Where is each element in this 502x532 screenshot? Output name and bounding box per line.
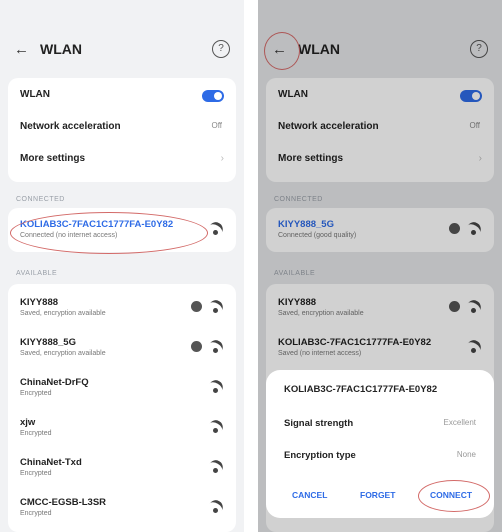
share-icon bbox=[191, 301, 202, 312]
available-card: KIYY888 Saved, encryption available KIYY… bbox=[8, 284, 236, 532]
help-icon[interactable]: ? bbox=[212, 40, 230, 58]
forget-button[interactable]: FORGET bbox=[360, 490, 395, 500]
available-network[interactable]: CMCC-EGSB-L3SR Encrypted bbox=[8, 492, 236, 524]
wlan-toggle-row[interactable]: WLAN bbox=[8, 80, 236, 112]
network-name: xjw bbox=[20, 417, 36, 428]
encryption-type-value: None bbox=[456, 450, 476, 459]
available-header: AVAILABLE bbox=[16, 270, 58, 277]
wifi-signal-icon bbox=[204, 377, 226, 400]
signal-strength-row: Signal strength Excellent bbox=[284, 418, 476, 438]
wifi-signal-icon bbox=[204, 497, 226, 520]
network-name: KIYY888 bbox=[20, 297, 59, 308]
network-status: Encrypted bbox=[20, 510, 52, 517]
network-name: ChinaNet-DrFQ bbox=[20, 377, 89, 388]
network-name: KIYY888_5G bbox=[20, 337, 76, 348]
signal-strength-value: Excellent bbox=[443, 418, 476, 427]
back-arrow-icon[interactable]: ← bbox=[14, 42, 30, 58]
header: ← WLAN ? bbox=[0, 36, 244, 64]
highlight-oval bbox=[418, 480, 490, 512]
network-acceleration-value: Off bbox=[211, 121, 222, 130]
status-bar bbox=[0, 0, 244, 28]
available-network[interactable]: ChinaNet-Txd Encrypted bbox=[8, 452, 236, 484]
network-acceleration-row[interactable]: Network acceleration Off bbox=[8, 112, 236, 144]
wifi-signal-icon bbox=[204, 457, 226, 480]
available-network[interactable]: ChinaNet-DrFQ Encrypted bbox=[8, 372, 236, 404]
network-dialog: KOLIAB3C-7FAC1C1777FA-E0Y82 Signal stren… bbox=[266, 370, 494, 518]
wifi-signal-icon bbox=[204, 417, 226, 440]
highlight-oval bbox=[10, 212, 208, 254]
encryption-type-row: Encryption type None bbox=[284, 450, 476, 470]
wlan-label: WLAN bbox=[20, 89, 50, 100]
right-screen: ← WLAN ? WLAN Network acceleration Off M… bbox=[258, 0, 502, 532]
encryption-type-label: Encryption type bbox=[284, 450, 356, 461]
dialog-title: KOLIAB3C-7FAC1C1777FA-E0Y82 bbox=[284, 384, 438, 395]
signal-strength-label: Signal strength bbox=[284, 418, 354, 429]
available-network[interactable]: xjw Encrypted bbox=[8, 412, 236, 444]
cancel-button[interactable]: CANCEL bbox=[292, 490, 327, 500]
page-title: WLAN bbox=[40, 41, 82, 57]
connected-header: CONNECTED bbox=[16, 196, 65, 203]
wifi-signal-icon bbox=[204, 219, 226, 242]
network-status: Encrypted bbox=[20, 470, 52, 477]
network-status: Encrypted bbox=[20, 430, 52, 437]
wifi-signal-icon bbox=[204, 337, 226, 360]
network-status: Encrypted bbox=[20, 390, 52, 397]
more-settings-label: More settings bbox=[20, 153, 86, 164]
available-network[interactable]: KIYY888 Saved, encryption available bbox=[8, 292, 236, 324]
more-settings-row[interactable]: More settings › bbox=[8, 144, 236, 176]
network-name: CMCC-EGSB-L3SR bbox=[20, 497, 107, 508]
network-status: Saved, encryption available bbox=[20, 350, 106, 357]
network-status: Saved, encryption available bbox=[20, 310, 106, 317]
network-acceleration-label: Network acceleration bbox=[20, 121, 121, 132]
left-screen: ← WLAN ? WLAN Network acceleration Off M… bbox=[0, 0, 244, 532]
share-icon bbox=[191, 341, 202, 352]
wifi-signal-icon bbox=[204, 297, 226, 320]
network-name: ChinaNet-Txd bbox=[20, 457, 82, 468]
available-network[interactable]: KIYY888_5G Saved, encryption available bbox=[8, 332, 236, 364]
chevron-right-icon: › bbox=[220, 153, 224, 164]
wlan-toggle[interactable] bbox=[202, 90, 224, 102]
settings-card: WLAN Network acceleration Off More setti… bbox=[8, 78, 236, 182]
